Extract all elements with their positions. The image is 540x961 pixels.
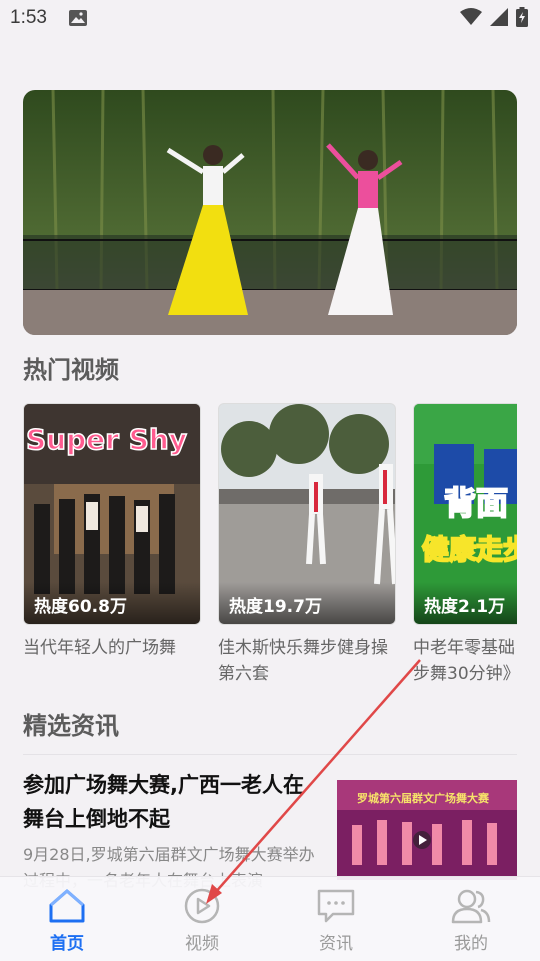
video-caption: 中老年零基础步舞30分钟》 — [413, 635, 517, 687]
status-time: 1:53 — [10, 7, 47, 28]
home-icon — [17, 887, 117, 925]
news-thumb-text: 罗城第六届群文广场舞大赛 — [357, 791, 490, 805]
nav-item-home[interactable]: 首页 — [17, 887, 117, 954]
thumb-text-2: 健康走步 — [422, 534, 517, 566]
news-thumbnail: 罗城第六届群文广场舞大赛 — [337, 780, 517, 880]
nav-label: 首页 — [50, 934, 84, 954]
play-icon — [152, 887, 252, 925]
divider — [23, 754, 517, 755]
video-card[interactable]: 热度19.7万 佳木斯快乐舞步健身操第六套 — [218, 403, 396, 687]
news-headline: 参加广场舞大赛,广西一老人在舞台上倒地不起 — [23, 773, 304, 831]
video-card[interactable]: Super Shy 热度60.8万 当代年轻人的广场舞 — [23, 403, 201, 661]
hot-videos-title: 热门视频 — [23, 356, 119, 384]
banner-image — [23, 90, 517, 335]
video-caption: 当代年轻人的广场舞 — [23, 638, 176, 658]
banner-carousel[interactable] — [23, 90, 517, 335]
video-thumbnail: Super Shy 热度60.8万 — [23, 403, 201, 625]
nav-item-mine[interactable]: 我的 — [421, 887, 521, 954]
video-hot-count: 热度60.8万 — [24, 582, 200, 624]
video-hot-count: 热度2.1万 — [414, 582, 517, 624]
video-hot-count: 热度19.7万 — [219, 582, 395, 624]
battery-icon — [516, 7, 528, 31]
image-icon — [69, 10, 87, 30]
message-icon — [286, 887, 386, 925]
video-card[interactable]: 背面 健康走步 热度2.1万 中老年零基础步舞30分钟》 — [413, 403, 517, 687]
signal-icon — [490, 8, 508, 30]
video-thumbnail: 背面 健康走步 热度2.1万 — [413, 403, 517, 625]
nav-item-news[interactable]: 资讯 — [286, 887, 386, 954]
nav-label: 我的 — [454, 934, 488, 954]
nav-label: 视频 — [185, 934, 219, 954]
video-thumbnail: 热度19.7万 — [218, 403, 396, 625]
status-bar: 1:53 — [0, 0, 540, 38]
user-icon — [421, 887, 521, 925]
thumb-text: Super Shy — [26, 423, 187, 456]
news-item[interactable]: 参加广场舞大赛,广西一老人在舞台上倒地不起 9月28日,罗城第六届群文广场舞大赛… — [0, 760, 540, 890]
video-caption-text: 中老年零基础步舞30分钟》 — [413, 638, 517, 684]
thumb-text: 背面 — [444, 484, 508, 522]
wifi-icon — [460, 8, 482, 30]
news-section-title: 精选资讯 — [23, 712, 119, 740]
nav-label: 资讯 — [319, 934, 353, 954]
bottom-navigation: 首页 视频 资讯 我的 — [0, 876, 540, 961]
nav-item-video[interactable]: 视频 — [152, 887, 252, 954]
video-caption: 佳木斯快乐舞步健身操第六套 — [218, 638, 388, 684]
